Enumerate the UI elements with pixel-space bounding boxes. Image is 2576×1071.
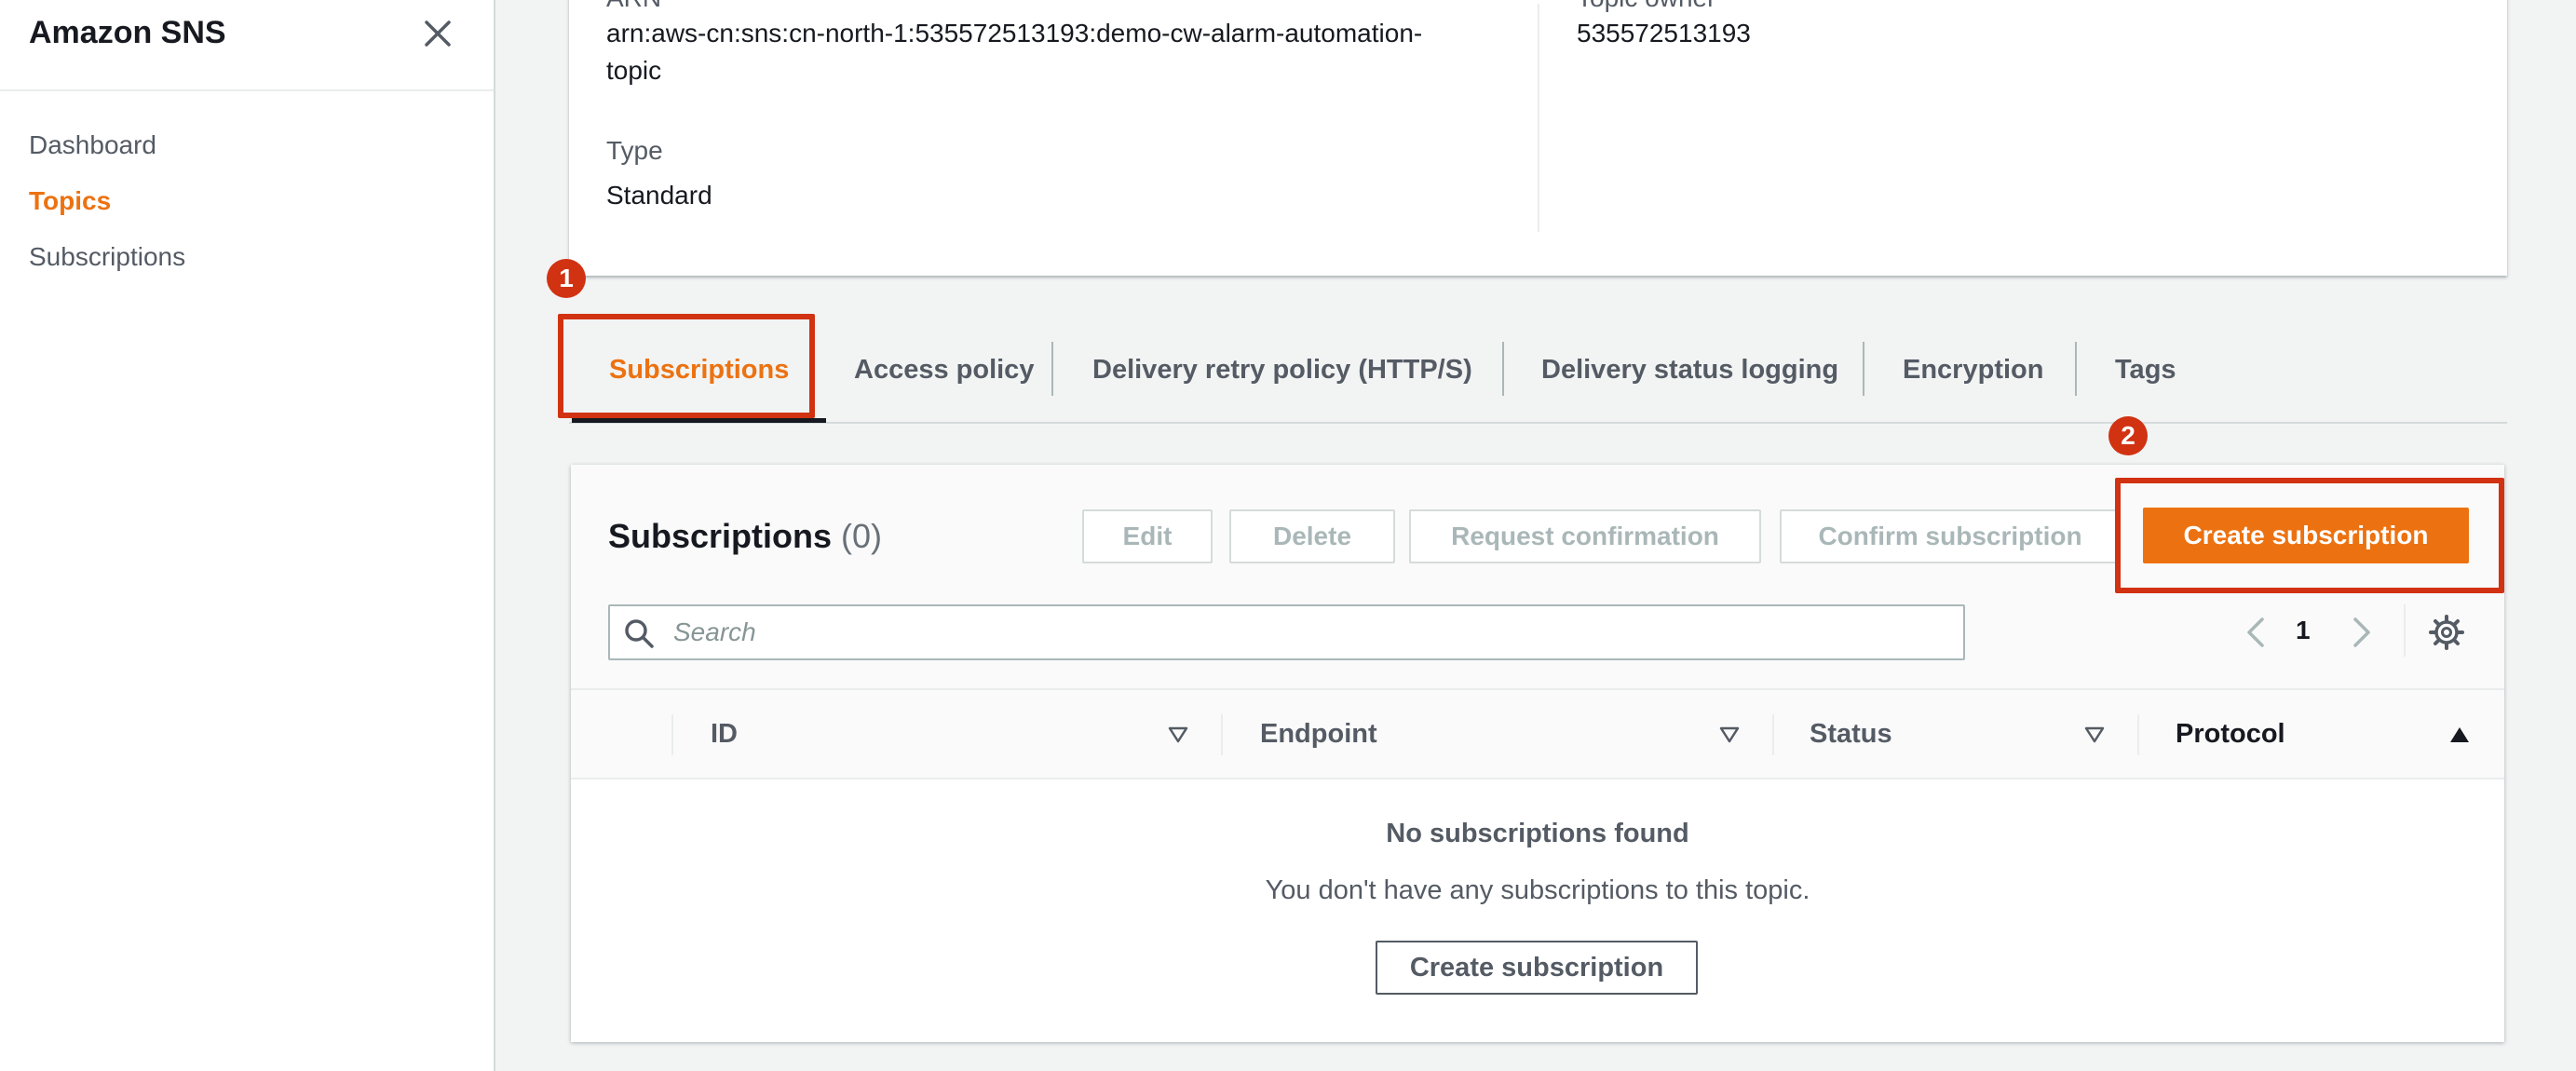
search-input[interactable] <box>671 606 1947 658</box>
table-header: ID Endpoint Status Protocol <box>571 688 2504 780</box>
tab-tags[interactable]: Tags <box>2115 331 2176 422</box>
page-number[interactable]: 1 <box>2296 616 2311 645</box>
annotation-box-2 <box>2115 478 2504 593</box>
tab-encryption[interactable]: Encryption <box>1903 331 2043 422</box>
subscriptions-count: (0) <box>841 517 883 555</box>
topic-owner-value: 535572513193 <box>1577 19 1751 47</box>
search-box <box>608 604 1965 660</box>
annotation-badge-2: 2 <box>2108 416 2148 455</box>
empty-state-text: You don't have any subscriptions to this… <box>1265 875 1810 905</box>
sidebar-title: Amazon SNS <box>29 15 226 50</box>
empty-create-subscription-button[interactable]: Create subscription <box>1376 941 1698 995</box>
column-header-status[interactable]: Status <box>1810 690 1892 778</box>
tab-separator <box>1051 342 1053 396</box>
sidebar-header: Amazon SNS <box>0 0 494 91</box>
type-label: Type <box>606 136 663 165</box>
topic-details-card: ARN arn:aws-cn:sns:cn-north-1:5355725131… <box>569 0 2507 276</box>
column-separator <box>1221 714 1223 755</box>
edit-button[interactable]: Edit <box>1082 509 1213 563</box>
pager-separator <box>2404 604 2406 657</box>
type-value: Standard <box>606 181 712 210</box>
sidebar-nav: Dashboard Topics Subscriptions <box>29 117 185 285</box>
tab-delivery-status-logging[interactable]: Delivery status logging <box>1541 331 1838 422</box>
annotation-badge-1: 1 <box>547 259 586 298</box>
column-separator <box>1772 714 1774 755</box>
sidebar-item-dashboard[interactable]: Dashboard <box>29 117 185 173</box>
delete-button[interactable]: Delete <box>1229 509 1395 563</box>
sidebar-item-topics[interactable]: Topics <box>29 173 185 229</box>
arn-value-line2: topic <box>606 56 662 85</box>
tab-separator <box>1502 342 1504 396</box>
empty-state-title: No subscriptions found <box>1386 819 1689 848</box>
details-divider <box>1538 4 1539 232</box>
request-confirmation-button[interactable]: Request confirmation <box>1409 509 1761 563</box>
search-icon <box>623 617 655 649</box>
tab-separator <box>1863 342 1864 396</box>
subscriptions-title: Subscriptions (0) <box>608 517 882 556</box>
column-separator <box>2137 714 2139 755</box>
arn-value-line1: arn:aws-cn:sns:cn-north-1:535572513193:d… <box>606 19 1423 47</box>
column-separator <box>671 714 673 755</box>
column-header-protocol[interactable]: Protocol <box>2176 690 2285 778</box>
arn-label: ARN <box>606 0 661 13</box>
chevron-right-icon[interactable] <box>2342 614 2379 651</box>
sidebar: Amazon SNS Dashboard Topics Subscription… <box>0 0 495 1071</box>
sort-down-icon[interactable] <box>2083 724 2106 746</box>
tab-access-policy[interactable]: Access policy <box>854 331 1034 422</box>
sort-up-icon[interactable] <box>2448 724 2471 746</box>
topic-tabs: Subscriptions Access policy Delivery ret… <box>569 331 2507 424</box>
column-header-endpoint[interactable]: Endpoint <box>1260 690 1377 778</box>
arn-value: arn:aws-cn:sns:cn-north-1:535572513193:d… <box>606 15 1500 89</box>
close-icon[interactable] <box>419 15 456 52</box>
confirm-subscription-button[interactable]: Confirm subscription <box>1780 509 2121 563</box>
annotation-box-1 <box>558 314 815 418</box>
sort-down-icon[interactable] <box>1167 724 1189 746</box>
tab-separator <box>2075 342 2077 396</box>
sort-down-icon[interactable] <box>1718 724 1741 746</box>
subscriptions-title-text: Subscriptions <box>608 517 833 555</box>
chevron-left-icon[interactable] <box>2238 614 2275 651</box>
tab-delivery-retry-policy[interactable]: Delivery retry policy (HTTP/S) <box>1092 331 1472 422</box>
topic-owner-label: Topic owner <box>1577 0 1715 13</box>
sidebar-item-subscriptions[interactable]: Subscriptions <box>29 229 185 285</box>
settings-gear-icon[interactable] <box>2428 614 2465 651</box>
column-header-id[interactable]: ID <box>711 690 738 778</box>
